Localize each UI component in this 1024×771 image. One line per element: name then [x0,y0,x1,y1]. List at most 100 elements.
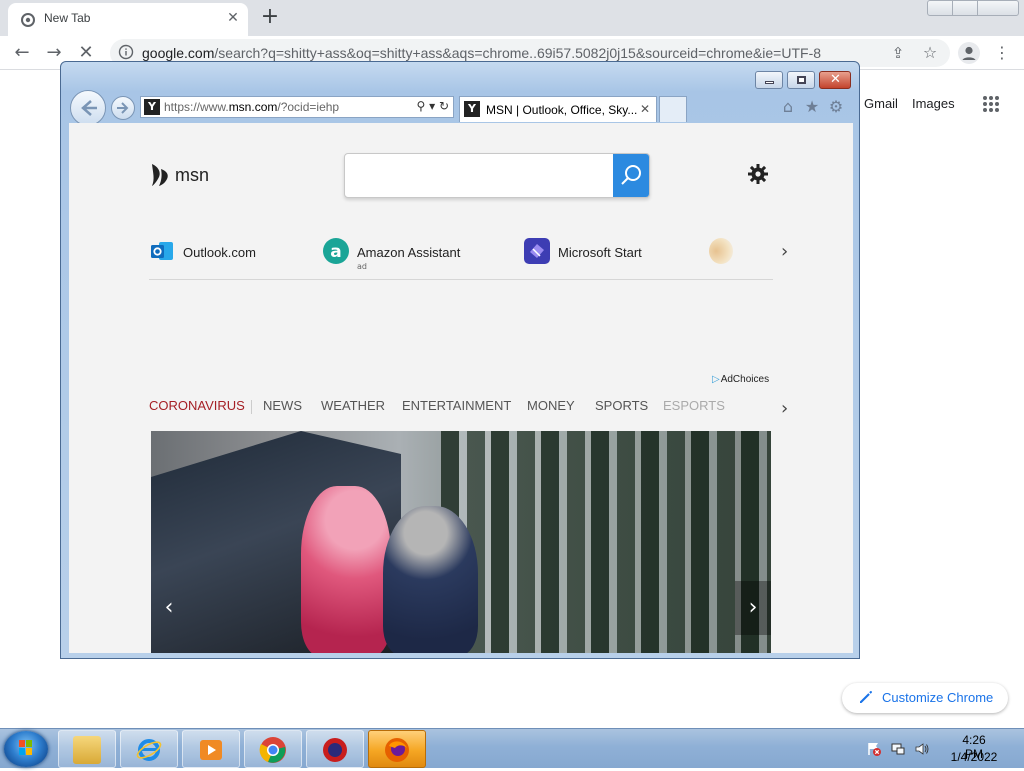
close-tab-icon[interactable]: ✕ [224,9,242,27]
bookmark-star-icon[interactable]: ☆ [918,41,942,65]
ie-restore-button[interactable] [787,71,815,89]
msn-hero-carousel[interactable]: ‹ › [151,431,771,653]
close-tab-icon[interactable]: ✕ [640,102,650,116]
nav-esports[interactable]: ESPORTS [663,398,725,413]
tile-label: Microsoft Start [558,245,642,260]
hero-image-girl [301,486,391,653]
chevron-right-icon[interactable]: › [781,398,788,419]
images-link[interactable]: Images [912,96,955,111]
taskbar-app[interactable] [306,730,364,768]
action-center-flag-icon[interactable] [866,741,882,757]
dropdown-icon[interactable]: ▾ [429,99,435,113]
new-tab-button[interactable]: + [258,5,282,29]
carousel-prev-icon[interactable]: ‹ [151,581,187,635]
favorites-star-icon[interactable]: ★ [803,98,821,116]
close-window-button[interactable] [977,0,1019,16]
taskbar-firefox[interactable] [368,730,426,768]
windows-logo-icon [19,740,32,755]
msn-logo-text: msn [175,165,210,185]
app-icon [323,738,347,762]
google-header-links: Gmail Images [864,96,969,111]
amazon-assistant-icon: a [323,238,349,264]
url-path: /?ocid=iehp [277,100,340,114]
ie-tab-msn[interactable]: Y MSN | Outlook, Office, Sky... ✕ [459,96,657,122]
clock-date[interactable]: 1/4/2022 [946,750,1002,764]
msn-page: msn Outlook.com a Amazon Assistant ad Mi… [69,123,853,653]
back-arrow-icon[interactable]: ← [10,41,34,65]
partial-tile-icon[interactable] [709,238,733,264]
nav-sports[interactable]: SPORTS [595,398,648,413]
back-arrow-icon [81,100,97,116]
gmail-link[interactable]: Gmail [864,96,898,111]
search-icon [621,165,641,185]
chrome-tab-title: New Tab [44,11,91,25]
minimize-button[interactable] [927,0,953,16]
msn-butterfly-icon [152,164,168,186]
start-button[interactable] [4,731,48,767]
adchoices-link[interactable]: ▷AdChoices [712,374,769,385]
ie-new-tab-button[interactable] [659,96,687,122]
share-icon[interactable]: ⇪ [886,41,910,65]
msn-search-box[interactable] [344,153,650,198]
maximize-button[interactable] [952,0,978,16]
ie-minimize-button[interactable] [755,71,783,89]
microsoft-start-icon [524,238,550,264]
ie-close-button[interactable]: ✕ [819,71,851,89]
carousel-next-icon[interactable]: › [735,581,771,635]
taskbar-file-explorer[interactable] [58,730,116,768]
ie-tab-title: MSN | Outlook, Office, Sky... [486,103,638,117]
ad-label: ad [357,262,367,271]
chrome-tab-new-tab[interactable]: New Tab ✕ [8,3,248,36]
customize-chrome-button[interactable]: Customize Chrome [842,683,1008,713]
ie-address-bar[interactable]: Y https://www.msn.com/?ocid=iehp ⚲ ▾ ↻ [140,96,454,118]
internet-explorer-icon [136,739,162,761]
msn-search-input[interactable] [345,154,613,197]
home-icon[interactable]: ⌂ [779,98,797,116]
tile-label: Amazon Assistant [357,245,461,260]
msn-quick-links: Outlook.com a Amazon Assistant ad Micros… [149,238,773,280]
tile-label: Outlook.com [183,245,256,260]
nav-weather[interactable]: WEATHER [321,398,385,413]
taskbar-media-player[interactable] [182,730,240,768]
taskbar-chrome[interactable] [244,730,302,768]
nav-money[interactable]: MONEY [527,398,575,413]
url-prefix: https://www. [164,100,229,114]
nav-news[interactable]: NEWS [263,398,302,413]
adchoices-icon: ▷ [712,374,720,385]
adchoices-label: AdChoices [720,374,770,385]
settings-gear-icon[interactable] [747,163,769,185]
taskbar-internet-explorer[interactable] [120,730,178,768]
msn-search-button[interactable] [613,154,649,197]
chevron-right-icon[interactable]: › [781,241,797,262]
firefox-icon [385,738,409,762]
ie-forward-button[interactable] [111,96,135,120]
network-icon[interactable] [890,741,906,757]
hero-image-man [383,506,478,653]
google-apps-icon[interactable] [982,95,1000,113]
search-icon[interactable]: ⚲ [416,99,425,113]
media-player-icon [200,740,222,760]
url-path: /search?q=shitty+ass&oq=shitty+ass&aqs=c… [214,45,822,61]
chrome-tabstrip: New Tab ✕ + [0,0,1024,36]
profile-avatar-icon[interactable] [958,42,980,64]
msn-favicon-icon: Y [144,99,160,115]
site-info-icon[interactable] [118,44,134,60]
ie-address-url: https://www.msn.com/?ocid=iehp [164,100,339,114]
outlook-icon [151,242,173,260]
nav-entertainment[interactable]: ENTERTAINMENT [402,398,511,413]
customize-chrome-label: Customize Chrome [882,690,994,705]
nav-coronavirus[interactable]: CORONAVIRUS [149,398,245,413]
chrome-menu-icon[interactable]: ⋮ [990,41,1014,65]
msn-logo[interactable]: msn [149,161,209,189]
volume-icon[interactable] [914,741,930,757]
msn-category-nav: CORONAVIRUS NEWS WEATHER ENTERTAINMENT M… [149,398,729,418]
svg-text:a: a [330,242,341,262]
address-tools: ⚲ ▾ ↻ [416,99,449,113]
forward-arrow-icon [117,102,129,114]
file-explorer-icon [73,736,101,764]
url-host: msn.com [228,100,278,114]
omnibox-url[interactable]: google.com/search?q=shitty+ass&oq=shitty… [142,45,821,61]
ie-back-button[interactable] [70,90,106,126]
tools-gear-icon[interactable]: ⚙ [827,98,845,116]
refresh-icon[interactable]: ↻ [439,99,449,113]
